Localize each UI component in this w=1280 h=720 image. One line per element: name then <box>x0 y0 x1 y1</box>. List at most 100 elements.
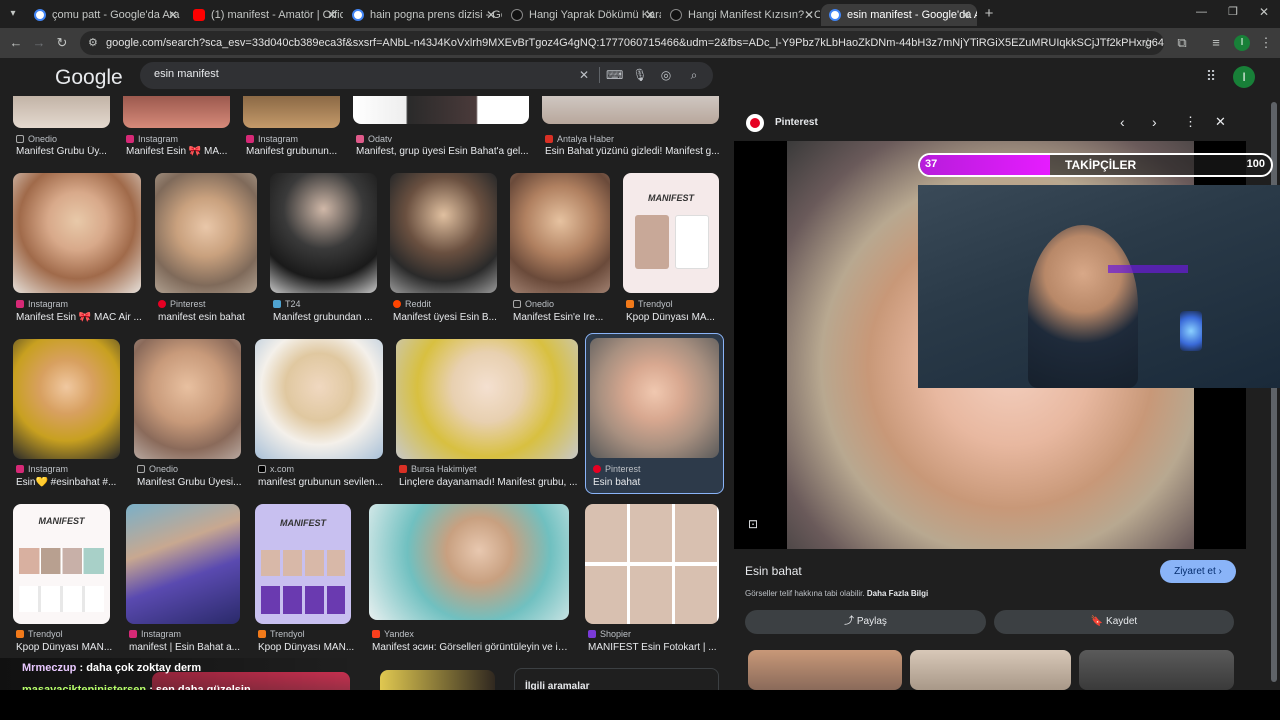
result-thumbnail[interactable] <box>13 339 120 459</box>
result-thumbnail[interactable] <box>13 96 110 128</box>
tab-5-active[interactable]: esin manifest - Google'da Ara ✕ <box>821 4 977 26</box>
result-thumbnail[interactable]: MANIFEST <box>623 173 719 293</box>
search-input[interactable]: esin manifest <box>154 68 219 80</box>
search-box[interactable]: esin manifest ✕ ⌨ 🎙 ◎ ⌕ <box>140 62 713 89</box>
result-title[interactable]: Linçlere dayanamadı! Manifest grubu, ... <box>399 477 581 488</box>
tab-3[interactable]: Hangi Yaprak Dökümü Karakter ✕ <box>503 4 661 26</box>
mic-icon[interactable]: 🎙 <box>632 67 648 83</box>
related-image[interactable] <box>910 650 1071 690</box>
result-thumbnail[interactable] <box>13 173 141 293</box>
result-title[interactable]: Manifest Esin'e İre... <box>513 312 613 323</box>
result-thumbnail[interactable] <box>155 173 257 293</box>
close-icon[interactable]: ✕ <box>486 8 496 22</box>
result-thumbnail[interactable] <box>123 96 230 128</box>
result-title[interactable]: Esin bahat <box>593 477 718 488</box>
more-options-icon[interactable]: ⋮ <box>1184 114 1197 130</box>
google-icon <box>34 9 46 21</box>
result-title[interactable]: manifest esin bahat <box>158 312 260 323</box>
result-title[interactable]: Esin💛 #esinbahat #... <box>16 477 120 488</box>
result-title[interactable]: Manifest grubunun... <box>246 146 346 157</box>
share-button[interactable]: ⤴ Paylaş <box>745 610 986 634</box>
result-thumbnail[interactable] <box>542 96 719 124</box>
result-thumbnail[interactable] <box>353 96 529 124</box>
visit-button[interactable]: Ziyaret et › <box>1160 560 1236 583</box>
close-icon[interactable]: ✕ <box>961 8 971 22</box>
forward-icon[interactable]: → <box>31 35 47 51</box>
result-thumbnail[interactable] <box>396 339 578 459</box>
result-title[interactable]: Manifest Esin 🎀 MA... <box>126 146 234 157</box>
result-title[interactable]: Esin Bahat yüzünü gizledi! Manifest g... <box>545 146 723 157</box>
result-title[interactable]: Manifest grubundan ... <box>273 312 381 323</box>
result-thumbnail[interactable] <box>270 173 377 293</box>
close-icon[interactable]: ✕ <box>327 8 337 22</box>
result-title[interactable]: manifest grubunun sevilen... <box>258 477 386 488</box>
lens-icon[interactable]: ◎ <box>658 67 674 83</box>
result-title[interactable]: Manifest Esin 🎀 MAC Air ... <box>16 312 144 323</box>
restore-icon[interactable]: ❐ <box>1228 5 1242 19</box>
window-close-icon[interactable]: ✕ <box>1259 5 1273 19</box>
result-thumbnail[interactable] <box>243 96 340 128</box>
account-avatar[interactable]: I <box>1233 66 1255 88</box>
bookmark-star-icon[interactable]: ☆ <box>1140 35 1156 51</box>
profile-avatar[interactable]: I <box>1234 35 1250 51</box>
result-title[interactable]: Manifest эсин: Görselleri görüntüleyin v… <box>372 642 572 653</box>
result-title[interactable]: Kpop Dünyası MA... <box>626 312 724 323</box>
result-title[interactable]: Manifest üyesi Esin B... <box>393 312 499 323</box>
close-icon[interactable]: ✕ <box>168 8 178 22</box>
minimize-icon[interactable]: — <box>1196 6 1210 20</box>
result-thumbnail[interactable]: MANIFEST <box>13 504 110 624</box>
address-bar[interactable]: ⚙ google.com/search?sca_esv=33d040cb389e… <box>80 31 1164 55</box>
lens-search-icon[interactable]: ⊡ <box>748 517 758 531</box>
related-image[interactable] <box>748 650 902 690</box>
tab-0[interactable]: çomu patt - Google'da Ara ✕ <box>26 4 184 26</box>
preview-source[interactable]: Pinterest <box>775 117 818 128</box>
trendyol-icon <box>16 630 24 638</box>
google-logo[interactable]: Google <box>55 66 123 90</box>
source-label: Yandex <box>384 629 414 639</box>
prev-arrow-icon[interactable]: ‹ <box>1120 114 1125 130</box>
result-thumbnail[interactable] <box>134 339 241 459</box>
result-thumbnail[interactable] <box>390 173 497 293</box>
result-thumbnail[interactable] <box>585 504 719 624</box>
search-icon[interactable]: ⌕ <box>686 67 702 83</box>
result-title[interactable]: Kpop Dünyası MAN... <box>16 642 114 653</box>
media-control-icon[interactable]: ≡ <box>1208 35 1224 51</box>
menu-kebab-icon[interactable]: ⋮ <box>1258 35 1274 51</box>
result-thumbnail-selected[interactable] <box>590 338 719 458</box>
back-icon[interactable]: ← <box>8 35 24 51</box>
result-title[interactable]: Manifest, grup üyesi Esin Bahat'a gel... <box>356 146 532 157</box>
close-icon[interactable]: ✕ <box>645 8 655 22</box>
site-info-icon[interactable]: ⚙ <box>88 31 98 55</box>
more-info-link[interactable]: Daha Fazla Bilgi <box>867 589 928 598</box>
tab-2[interactable]: hain pogna prens dizisi - Goog ✕ <box>344 4 502 26</box>
browser-toolbar: ← → ↻ ⚙ google.com/search?sca_esv=33d040… <box>0 28 1280 58</box>
related-searches-card[interactable]: İlgili aramalar <box>514 668 719 690</box>
next-arrow-icon[interactable]: › <box>1152 114 1157 130</box>
result-title[interactable]: Manifest Grubu Üyesi... <box>137 477 244 488</box>
clear-icon[interactable]: ✕ <box>576 67 592 83</box>
tab-1[interactable]: (1) manifest - Amatör | Offic ✕ <box>185 4 343 26</box>
related-image[interactable] <box>1079 650 1234 690</box>
result-title[interactable]: manifest | Esin Bahat a... <box>129 642 241 653</box>
result-thumbnail[interactable] <box>380 670 495 690</box>
result-title[interactable]: Manifest Grubu Üy... <box>16 146 116 157</box>
apps-grid-icon[interactable]: ⠿ <box>1203 68 1219 84</box>
tab-4[interactable]: Hangi Manifest Kızısın? - Oned ✕ <box>662 4 820 26</box>
result-thumbnail[interactable]: MANIFEST <box>255 504 351 624</box>
new-tab-icon[interactable]: + <box>982 6 996 22</box>
reload-icon[interactable]: ↻ <box>54 35 70 51</box>
result-thumbnail[interactable] <box>126 504 240 624</box>
result-thumbnail[interactable] <box>369 504 569 620</box>
yandex-icon <box>372 630 380 638</box>
close-panel-icon[interactable]: ✕ <box>1215 114 1226 130</box>
result-title[interactable]: MANIFEST Esin Fotokart | ... <box>588 642 718 653</box>
tab-search-chevron-icon[interactable]: ▾ <box>6 8 20 22</box>
result-thumbnail[interactable] <box>255 339 383 459</box>
result-title[interactable]: Kpop Dünyası MAN... <box>258 642 356 653</box>
extensions-icon[interactable]: ⧉ <box>1174 35 1190 51</box>
source-label: Trendyol <box>638 299 673 309</box>
keyboard-icon[interactable]: ⌨ <box>606 67 623 83</box>
result-thumbnail[interactable] <box>510 173 610 293</box>
close-icon[interactable]: ✕ <box>804 8 814 22</box>
save-button[interactable]: 🔖 Kaydet <box>994 610 1234 634</box>
